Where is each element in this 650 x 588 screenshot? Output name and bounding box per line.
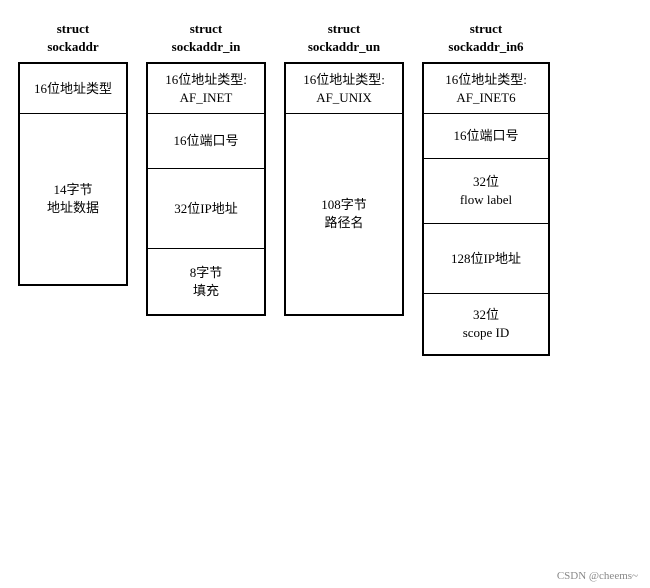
cell-sockaddr_in-1: 16位端口号 [148, 114, 264, 169]
cell-sockaddr-1: 14字节 地址数据 [20, 114, 126, 284]
cell-sockaddr_in-3: 8字节 填充 [148, 249, 264, 314]
struct-title-sockaddr_un: struct sockaddr_un [308, 20, 380, 56]
cell-sockaddr-0: 16位地址类型 [20, 64, 126, 114]
struct-body-sockaddr_in6: 16位地址类型: AF_INET616位端口号32位 flow label128… [422, 62, 550, 356]
diagram-container: struct sockaddr16位地址类型14字节 地址数据struct so… [10, 10, 640, 356]
struct-col-sockaddr_in6: struct sockaddr_in6 16位地址类型: AF_INET616位端… [422, 20, 550, 356]
cell-sockaddr_in6-4: 32位 scope ID [424, 294, 548, 354]
struct-col-sockaddr_in: struct sockaddr_in 16位地址类型: AF_INET16位端口号… [146, 20, 266, 316]
cell-sockaddr_in-0: 16位地址类型: AF_INET [148, 64, 264, 114]
struct-title-sockaddr_in: struct sockaddr_in [172, 20, 241, 56]
cell-sockaddr_in6-1: 16位端口号 [424, 114, 548, 159]
cell-sockaddr_in6-0: 16位地址类型: AF_INET6 [424, 64, 548, 114]
cell-sockaddr_in6-2: 32位 flow label [424, 159, 548, 224]
cell-sockaddr_un-1: 108字节 路径名 [286, 114, 402, 314]
struct-body-sockaddr_un: 16位地址类型: AF_UNIX108字节 路径名 [284, 62, 404, 316]
struct-body-sockaddr_in: 16位地址类型: AF_INET16位端口号32位IP地址8字节 填充 [146, 62, 266, 316]
struct-title-sockaddr: struct sockaddr [47, 20, 98, 56]
watermark: CSDN @cheems~ [557, 570, 638, 582]
cell-sockaddr_in-2: 32位IP地址 [148, 169, 264, 249]
cell-sockaddr_un-0: 16位地址类型: AF_UNIX [286, 64, 402, 114]
cell-sockaddr_in6-3: 128位IP地址 [424, 224, 548, 294]
struct-col-sockaddr: struct sockaddr 16位地址类型14字节 地址数据 [18, 20, 128, 286]
struct-col-sockaddr_un: struct sockaddr_un 16位地址类型: AF_UNIX108字节 … [284, 20, 404, 316]
struct-title-sockaddr_in6: struct sockaddr_in6 [448, 20, 523, 56]
struct-body-sockaddr: 16位地址类型14字节 地址数据 [18, 62, 128, 286]
